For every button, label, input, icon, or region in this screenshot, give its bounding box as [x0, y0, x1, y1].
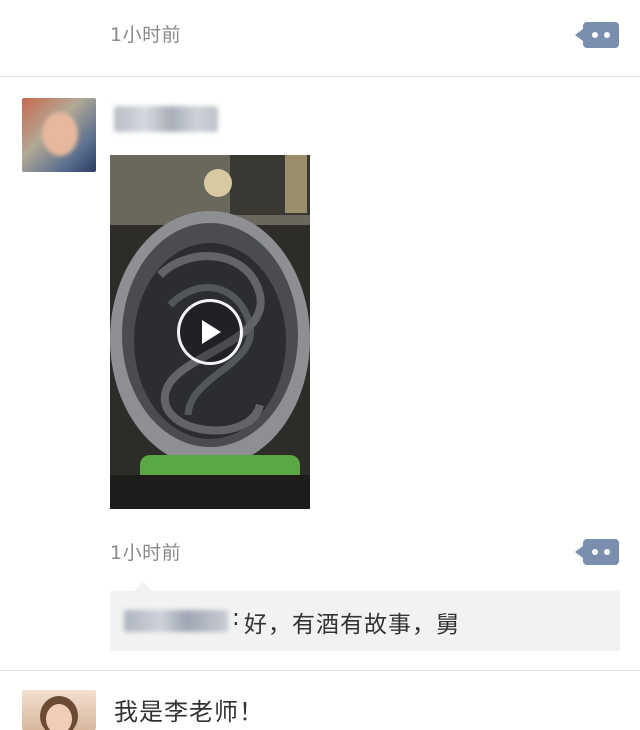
comment-list: : 好，有酒有故事，舅: [110, 582, 620, 651]
post-timestamp: 1小时前: [110, 24, 182, 46]
post-divider: [0, 670, 640, 671]
avatar[interactable]: [22, 690, 96, 730]
comment-separator: :: [232, 605, 241, 631]
post-timestamp: 1小时前: [110, 542, 182, 564]
video-thumbnail[interactable]: [110, 155, 310, 509]
more-dots-icon: [592, 549, 598, 555]
comment-more-button[interactable]: [575, 539, 619, 565]
play-button[interactable]: [177, 299, 243, 365]
comment-text[interactable]: 好，有酒有故事，舅: [244, 605, 460, 639]
author-name-blurred[interactable]: [114, 106, 218, 132]
commenter-name-blurred[interactable]: [124, 610, 228, 632]
comment-more-button[interactable]: [575, 22, 619, 48]
avatar[interactable]: [22, 98, 96, 172]
play-icon: [202, 320, 221, 344]
post-divider: [0, 76, 640, 77]
post-text: 我是李老师！: [114, 698, 264, 726]
more-dots-icon: [592, 32, 598, 38]
